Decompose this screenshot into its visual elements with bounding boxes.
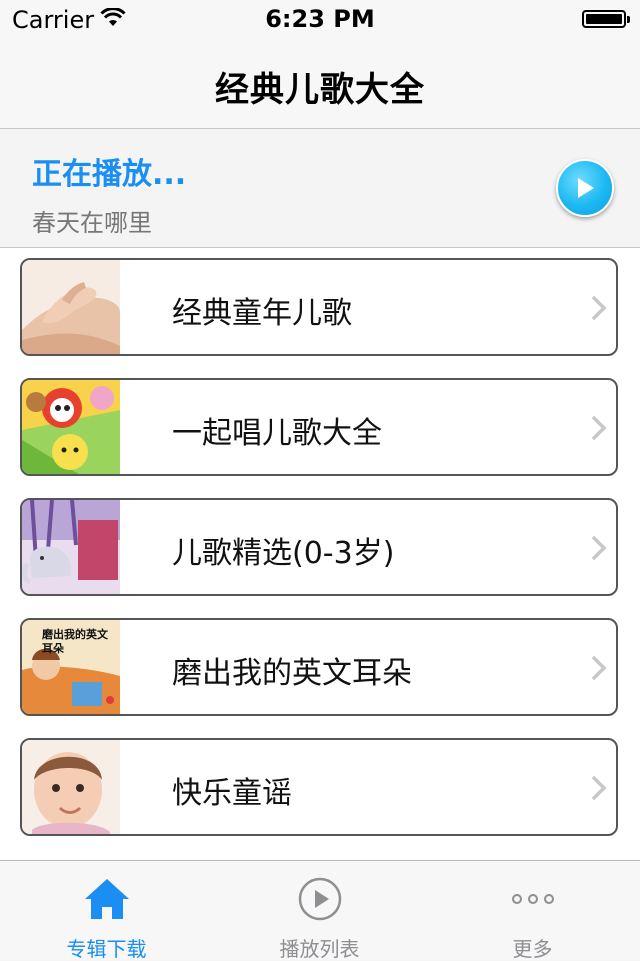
album-title: 一起唱儿歌大全 — [172, 416, 382, 451]
clock: 6:23 PM — [265, 5, 375, 33]
list-item[interactable]: 儿歌精选(0-3岁) — [20, 498, 618, 596]
tab-album-download[interactable]: 专辑下载 — [0, 861, 213, 961]
album-title: 经典童年儿歌 — [172, 296, 352, 331]
tab-label: 专辑下载 — [66, 937, 147, 961]
chevron-right-icon — [591, 535, 607, 561]
chevron-right-icon — [591, 655, 607, 681]
tab-label: 播放列表 — [279, 937, 360, 961]
tab-label: 更多 — [512, 937, 553, 961]
page-title: 经典儿歌大全 — [215, 70, 425, 110]
status-bar: Carrier 6:23 PM — [0, 0, 640, 40]
album-title: 磨出我的英文耳朵 — [172, 656, 412, 691]
now-playing-bar[interactable]: 正在播放... 春天在哪里 — [0, 129, 640, 248]
list-item[interactable]: 经典童年儿歌 — [20, 258, 618, 356]
list-item[interactable]: 磨出我的英文耳朵 磨出我的英文耳朵 — [20, 618, 618, 716]
play-button[interactable] — [556, 159, 614, 217]
more-dots-icon — [511, 894, 554, 904]
navigation-bar: Carrier 6:23 PM 经典儿歌大全 — [0, 0, 640, 129]
album-title: 快乐童谣 — [172, 776, 292, 811]
tab-bar: 专辑下载 播放列表 更多 — [0, 860, 640, 961]
album-thumbnail — [22, 500, 120, 594]
tab-playlist[interactable]: 播放列表 — [213, 861, 426, 961]
now-playing-song: 春天在哪里 — [32, 209, 152, 237]
home-icon — [84, 879, 129, 919]
play-circle-icon — [298, 877, 341, 921]
album-thumbnail — [22, 740, 120, 834]
tab-more[interactable]: 更多 — [426, 861, 639, 961]
chevron-right-icon — [591, 775, 607, 801]
album-thumbnail: 磨出我的英文耳朵 — [22, 620, 120, 714]
chevron-right-icon — [591, 295, 607, 321]
play-icon — [578, 178, 594, 198]
list-item[interactable]: 一起唱儿歌大全 — [20, 378, 618, 476]
list-item[interactable]: 快乐童谣 — [20, 738, 618, 836]
album-list[interactable]: 经典童年儿歌 一起唱儿歌大全 儿歌精选(0-3岁) 磨出我的英文耳朵 磨出我的英… — [0, 258, 640, 858]
album-thumbnail — [22, 380, 120, 474]
now-playing-label: 正在播放... — [32, 157, 187, 192]
album-title: 儿歌精选(0-3岁) — [172, 536, 395, 571]
chevron-right-icon — [591, 415, 607, 441]
album-thumbnail — [22, 260, 120, 354]
battery-icon — [582, 10, 630, 28]
thumb-book-title: 磨出我的英文耳朵 — [42, 628, 108, 655]
